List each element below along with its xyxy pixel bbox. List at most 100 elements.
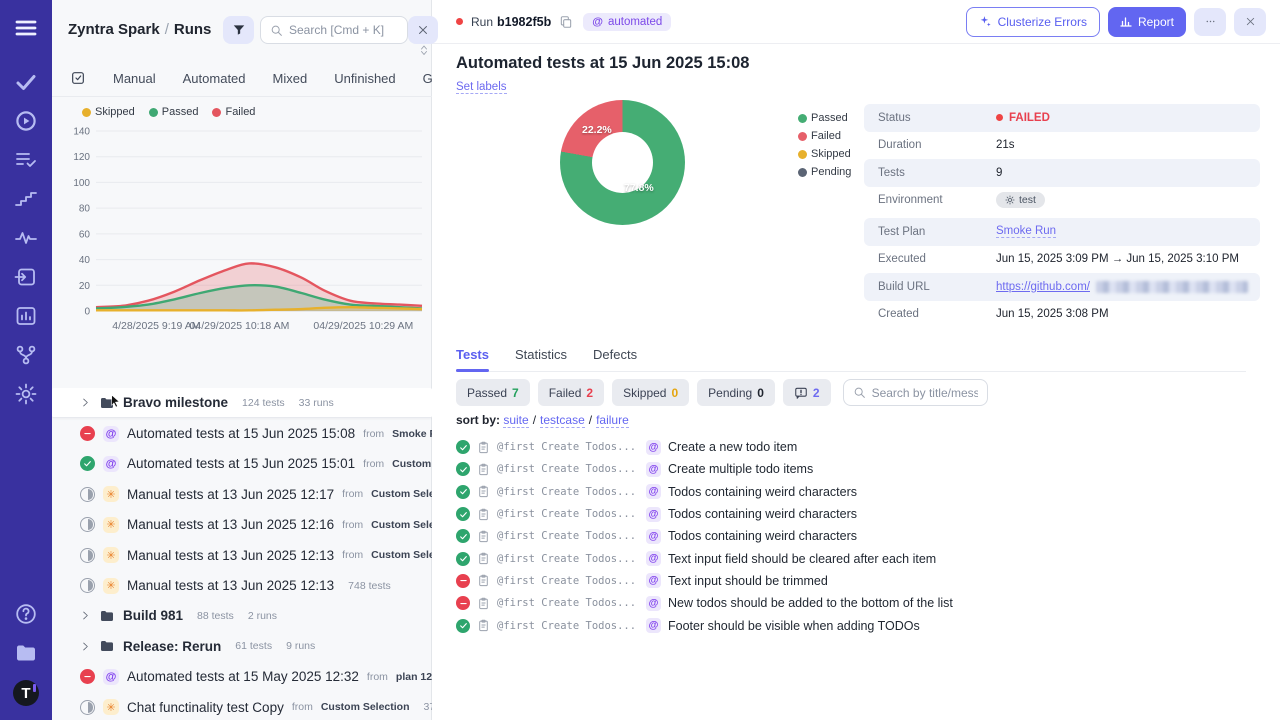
run-source: Smoke Run <box>392 428 432 440</box>
close-run-button[interactable] <box>1234 8 1266 36</box>
clipboard-icon <box>477 552 490 565</box>
skipped-filter-chip[interactable]: Skipped0 <box>612 379 689 406</box>
rail-branch-button[interactable] <box>14 343 38 367</box>
chart-legend: SkippedPassedFailed <box>82 106 255 118</box>
sort-by-suite[interactable]: suite <box>503 413 528 428</box>
report-button[interactable]: Report <box>1108 7 1186 37</box>
clusterize-errors-button[interactable]: Clusterize Errors <box>966 7 1100 37</box>
pending-filter-chip[interactable]: Pending0 <box>697 379 775 406</box>
sort-separator: / <box>529 413 540 427</box>
tests-search-input[interactable] <box>872 386 978 400</box>
rail-help-circle-button[interactable] <box>14 602 38 626</box>
test-row[interactable]: @first Create Todos...@Todos containing … <box>456 503 1256 525</box>
tab-defects[interactable]: Defects <box>593 347 637 371</box>
failed-dot <box>996 114 1003 121</box>
automated-badge-icon: @ <box>592 16 603 28</box>
rail-play-circle-button[interactable] <box>14 109 38 133</box>
test-row[interactable]: @first Create Todos...@Todos containing … <box>456 481 1256 503</box>
more-actions-button[interactable] <box>1194 8 1226 36</box>
panel-close-button[interactable] <box>408 16 438 44</box>
runs-tab-mixed[interactable]: Mixed <box>273 71 308 86</box>
copy-icon[interactable] <box>559 15 573 29</box>
svg-text:100: 100 <box>73 178 90 189</box>
breadcrumb: Zyntra Spark/Runs <box>68 21 211 38</box>
rail-pulse-button[interactable] <box>14 226 38 250</box>
run-row[interactable]: @Automated tests at 15 Jun 2025 15:08fro… <box>52 418 432 448</box>
run-row[interactable]: ✳Manual tests at 13 Jun 2025 12:17fromCu… <box>52 479 432 509</box>
test-title: Footer should be visible when adding TOD… <box>668 619 920 633</box>
rail-import-button[interactable] <box>14 265 38 289</box>
rail-gear-button[interactable] <box>14 382 38 406</box>
comments-filter-chip[interactable]: 2 <box>783 379 831 406</box>
run-row[interactable]: ✳Manual tests at 13 Jun 2025 12:13fromCu… <box>52 540 432 570</box>
run-row[interactable]: @Automated tests at 15 May 2025 12:32fro… <box>52 662 432 692</box>
test-row[interactable]: @first Create Todos...@New todos should … <box>456 592 1256 614</box>
failed-filter-chip[interactable]: Failed2 <box>538 379 604 406</box>
run-label: Run <box>471 15 493 29</box>
breadcrumb-separator: / <box>160 21 174 38</box>
tab-statistics[interactable]: Statistics <box>515 347 567 371</box>
passed-filter-chip[interactable]: Passed7 <box>456 379 530 406</box>
run-tests-count: 748 tests <box>348 580 391 592</box>
detail-value: https://github.com/ <box>996 281 1248 293</box>
run-row[interactable]: @Automated tests at 15 Jun 2025 15:01fro… <box>52 449 432 479</box>
runs-tab-manual[interactable]: Manual <box>113 71 156 86</box>
test-row[interactable]: @first Create Todos...@Text input field … <box>456 547 1256 569</box>
folder-row[interactable]: Release: Rerun61 tests9 runs <box>52 631 432 661</box>
test-row[interactable]: @first Create Todos...@Todos containing … <box>456 525 1256 547</box>
folder-row[interactable]: Build 98188 tests2 runs <box>52 601 432 631</box>
breadcrumb-project[interactable]: Zyntra Spark <box>68 21 160 38</box>
rail-bar-chart-button[interactable] <box>14 304 38 328</box>
filter-button[interactable] <box>223 16 254 44</box>
app-logo[interactable]: T <box>13 680 39 706</box>
automated-test-icon: @ <box>646 573 661 588</box>
clipboard-icon <box>477 619 490 632</box>
rail-icon-group <box>14 70 38 406</box>
rail-menu-button[interactable] <box>14 16 38 40</box>
test-row[interactable]: @first Create Todos...@Footer should be … <box>456 614 1256 636</box>
automated-run-icon: @ <box>103 426 119 442</box>
detail-row: CreatedJun 15, 2025 3:08 PM <box>864 301 1260 329</box>
set-labels-link[interactable]: Set labels <box>456 81 507 94</box>
sort-by-testcase[interactable]: testcase <box>540 413 585 428</box>
rail-folder-fill-button[interactable] <box>14 641 38 665</box>
select-runs-icon[interactable] <box>70 70 86 86</box>
donut-percentage-label: 77.8% <box>624 182 654 194</box>
run-row[interactable]: ✳Chat functinality test CopyfromCustom S… <box>52 692 432 720</box>
rail-steps-button[interactable] <box>14 187 38 211</box>
detail-label: Created <box>864 308 996 320</box>
legend-label: Passed <box>162 106 199 118</box>
rail-list-check-button[interactable] <box>14 148 38 172</box>
tests-search <box>843 379 988 406</box>
resize-handle-icon[interactable] <box>418 44 430 56</box>
test-title: Text input field should be cleared after… <box>668 552 936 566</box>
legend-dot <box>82 108 91 117</box>
tab-tests[interactable]: Tests <box>456 347 489 371</box>
runs-tab-unfinished[interactable]: Unfinished <box>334 71 395 86</box>
sort-by-failure[interactable]: failure <box>596 413 629 428</box>
test-plan-link[interactable]: Smoke Run <box>996 225 1056 238</box>
test-row[interactable]: @first Create Todos...@Create multiple t… <box>456 458 1256 480</box>
chip-count: 7 <box>512 386 519 400</box>
legend-label: Pending <box>811 166 851 178</box>
check-sm-icon <box>459 443 468 452</box>
clipboard-icon <box>477 508 490 521</box>
run-row[interactable]: ✳Manual tests at 13 Jun 2025 12:16fromCu… <box>52 510 432 540</box>
run-tabs: Tests Statistics Defects <box>456 347 1246 372</box>
test-row[interactable]: @first Create Todos...@Text input should… <box>456 570 1256 592</box>
check-sm-icon <box>459 510 468 519</box>
run-row[interactable]: ✳Manual tests at 13 Jun 2025 12:13748 te… <box>52 570 432 600</box>
failed-status-icon <box>456 574 470 588</box>
chevron-right-icon <box>80 641 91 652</box>
runs-search-input[interactable] <box>289 23 398 37</box>
svg-text:04/29/2025 10:18 AM: 04/29/2025 10:18 AM <box>190 320 290 332</box>
from-label: from <box>342 519 363 531</box>
automated-test-icon: @ <box>646 551 661 566</box>
automated-badge[interactable]: @ automated <box>583 13 671 31</box>
test-row[interactable]: @first Create Todos...@Create a new todo… <box>456 436 1256 458</box>
rail-check-button[interactable] <box>14 70 38 94</box>
runs-tab-automated[interactable]: Automated <box>183 71 246 86</box>
passed-status-icon <box>456 552 470 566</box>
build-url-link[interactable]: https://github.com/ <box>996 281 1090 293</box>
close-icon <box>417 24 429 36</box>
